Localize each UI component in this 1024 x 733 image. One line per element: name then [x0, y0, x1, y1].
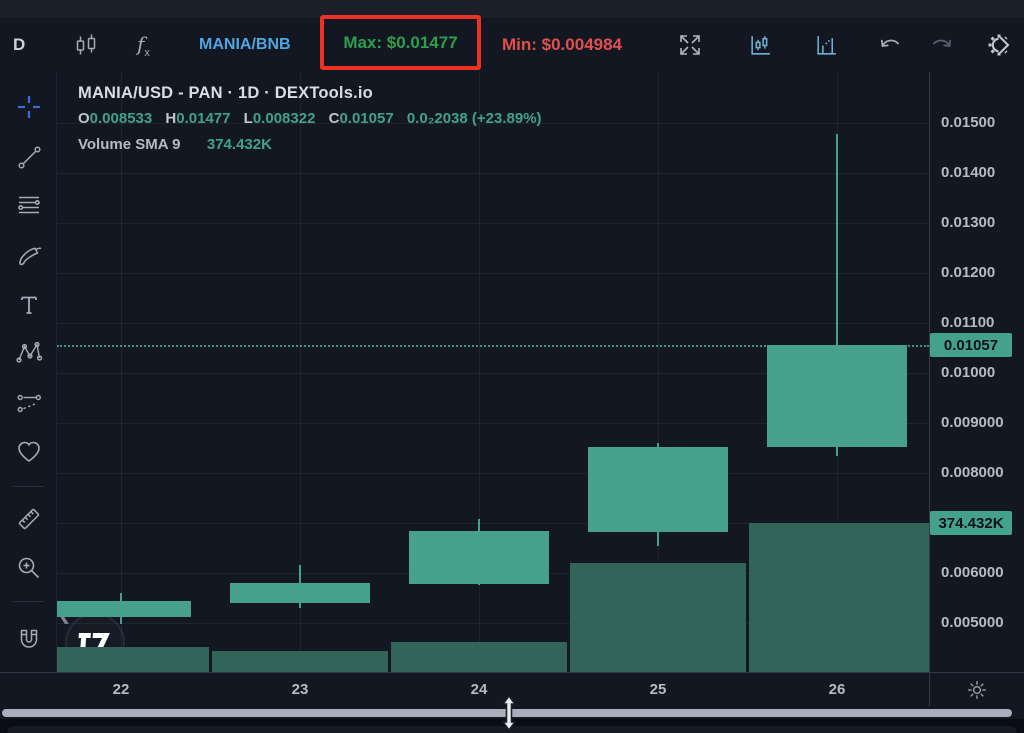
candle-body	[767, 345, 907, 447]
time-axis-label: 25	[638, 681, 678, 698]
projection-icon	[15, 390, 43, 418]
price-axis[interactable]: 0.015000.014000.013000.012000.011000.010…	[929, 72, 1024, 672]
volume-bar	[391, 642, 567, 672]
price-axis-label: 0.005000	[941, 614, 1004, 632]
volume-bar	[212, 651, 388, 672]
change-value: 0.0₂2038 (+23.89%)	[407, 110, 542, 127]
horizontal-gridline	[57, 223, 929, 224]
axis-corner	[929, 672, 1024, 706]
time-axis-label: 22	[101, 681, 141, 698]
price-axis-label: 0.01200	[941, 264, 995, 282]
ohlc-row: O0.008533 H0.01477 L0.008322 C0.01057 0.…	[78, 110, 542, 127]
chart-legend: MANIA/USD - PAN · 1D · DEXTools.io O0.00…	[78, 84, 542, 153]
volume-bar	[57, 647, 209, 672]
candlestick-icon	[74, 33, 98, 57]
price-axis-label: 0.01000	[941, 364, 995, 382]
candle-body	[409, 531, 549, 584]
zoom-in-icon	[15, 554, 43, 582]
price-chart-panel-button[interactable]	[748, 18, 773, 72]
chart-title: MANIA/USD - PAN · 1D · DEXTools.io	[78, 84, 542, 103]
volume-sma-value: 374.432K	[207, 136, 272, 153]
tools-divider	[13, 486, 44, 487]
fullscreen-arrows-icon	[677, 32, 703, 58]
volume-chart-panel-button[interactable]	[814, 18, 839, 72]
time-axis-label: 26	[817, 681, 857, 698]
text-icon	[16, 292, 42, 318]
redo-arrow-icon	[929, 33, 955, 57]
heart-icon	[15, 438, 43, 466]
volume-sma-label: Volume SMA 9	[78, 136, 181, 153]
settings-button[interactable]	[984, 18, 1016, 72]
candle-body	[230, 583, 370, 603]
brush-icon	[15, 242, 43, 270]
bar-chart-icon	[814, 33, 839, 58]
emoji-tool-button[interactable]	[10, 433, 48, 471]
price-axis-label: 0.01500	[941, 114, 995, 132]
pane-resize-handle[interactable]	[497, 694, 521, 732]
theme-sun-icon[interactable]	[966, 679, 988, 701]
window-top-strip	[0, 0, 1024, 18]
zoom-in-tool-button[interactable]	[10, 549, 48, 587]
price-axis-label: 0.008000	[941, 464, 1004, 482]
xabcd-pattern-tool-button[interactable]	[10, 334, 48, 372]
pair-symbol-button[interactable]: MANIA/BNB	[199, 18, 291, 72]
horizontal-gridline	[57, 173, 929, 174]
fib-retracement-tool-button[interactable]	[10, 187, 48, 225]
magnet-icon	[15, 626, 43, 654]
price-axis-label: 0.009000	[941, 414, 1004, 432]
function-fx-icon: fx	[137, 32, 150, 59]
trend-line-tool-button[interactable]	[10, 138, 48, 176]
candlestick-style-button[interactable]	[74, 18, 98, 72]
indicators-button[interactable]: fx	[137, 18, 150, 72]
horizontal-gridline	[57, 473, 929, 474]
redo-button[interactable]	[929, 18, 955, 72]
measure-tool-button[interactable]	[10, 500, 48, 538]
magnet-tool-button[interactable]	[10, 621, 48, 659]
volume-bar	[749, 523, 929, 672]
volume-bar	[570, 563, 746, 672]
time-axis-label: 23	[280, 681, 320, 698]
projection-tool-button[interactable]	[10, 385, 48, 423]
fullscreen-button[interactable]	[677, 18, 703, 72]
min-price-label: Min: $0.004984	[502, 18, 622, 72]
xabcd-pattern-icon	[15, 339, 43, 367]
tools-divider	[13, 601, 44, 602]
chart-window: D fx MANIA/BNB Min: $0.004984	[0, 0, 1024, 733]
undo-arrow-icon	[877, 33, 903, 57]
top-toolbar: D fx MANIA/BNB Min: $0.004984	[0, 18, 1024, 72]
undo-button[interactable]	[877, 18, 903, 72]
gear-icon	[984, 29, 1016, 61]
horizontal-gridline	[57, 323, 929, 324]
price-axis-label: 0.006000	[941, 564, 1004, 582]
chart-pane[interactable]: MANIA/USD - PAN · 1D · DEXTools.io O0.00…	[57, 72, 929, 672]
text-tool-button[interactable]	[10, 286, 48, 324]
crosshair-icon	[15, 93, 43, 121]
time-axis[interactable]: 22 23 24 25 26	[0, 672, 929, 706]
vertical-gridline	[121, 72, 122, 672]
volume-row: Volume SMA 9 374.432K	[78, 136, 542, 153]
current-price-badge: 0.01057	[930, 333, 1012, 357]
ruler-icon	[15, 505, 43, 533]
max-price-highlight-box: Max: $0.01477	[320, 15, 481, 70]
candle-body	[57, 601, 191, 617]
candle-body	[588, 447, 728, 532]
time-axis-label: 24	[459, 681, 499, 698]
trend-line-icon	[16, 144, 43, 171]
horizontal-gridline	[57, 273, 929, 274]
drawing-tools-panel	[0, 72, 57, 705]
crosshair-tool-button[interactable]	[10, 88, 48, 126]
price-axis-label: 0.01100	[941, 314, 994, 332]
interval-button[interactable]: D	[13, 18, 25, 72]
price-axis-label: 0.01300	[941, 214, 995, 232]
max-price-label: Max: $0.01477	[343, 33, 457, 53]
price-axis-label: 0.01400	[941, 164, 995, 182]
brush-tool-button[interactable]	[10, 237, 48, 275]
candle-chart-icon	[748, 33, 773, 58]
current-volume-badge: 374.432K	[930, 511, 1012, 535]
horizontal-lines-icon	[15, 192, 43, 220]
